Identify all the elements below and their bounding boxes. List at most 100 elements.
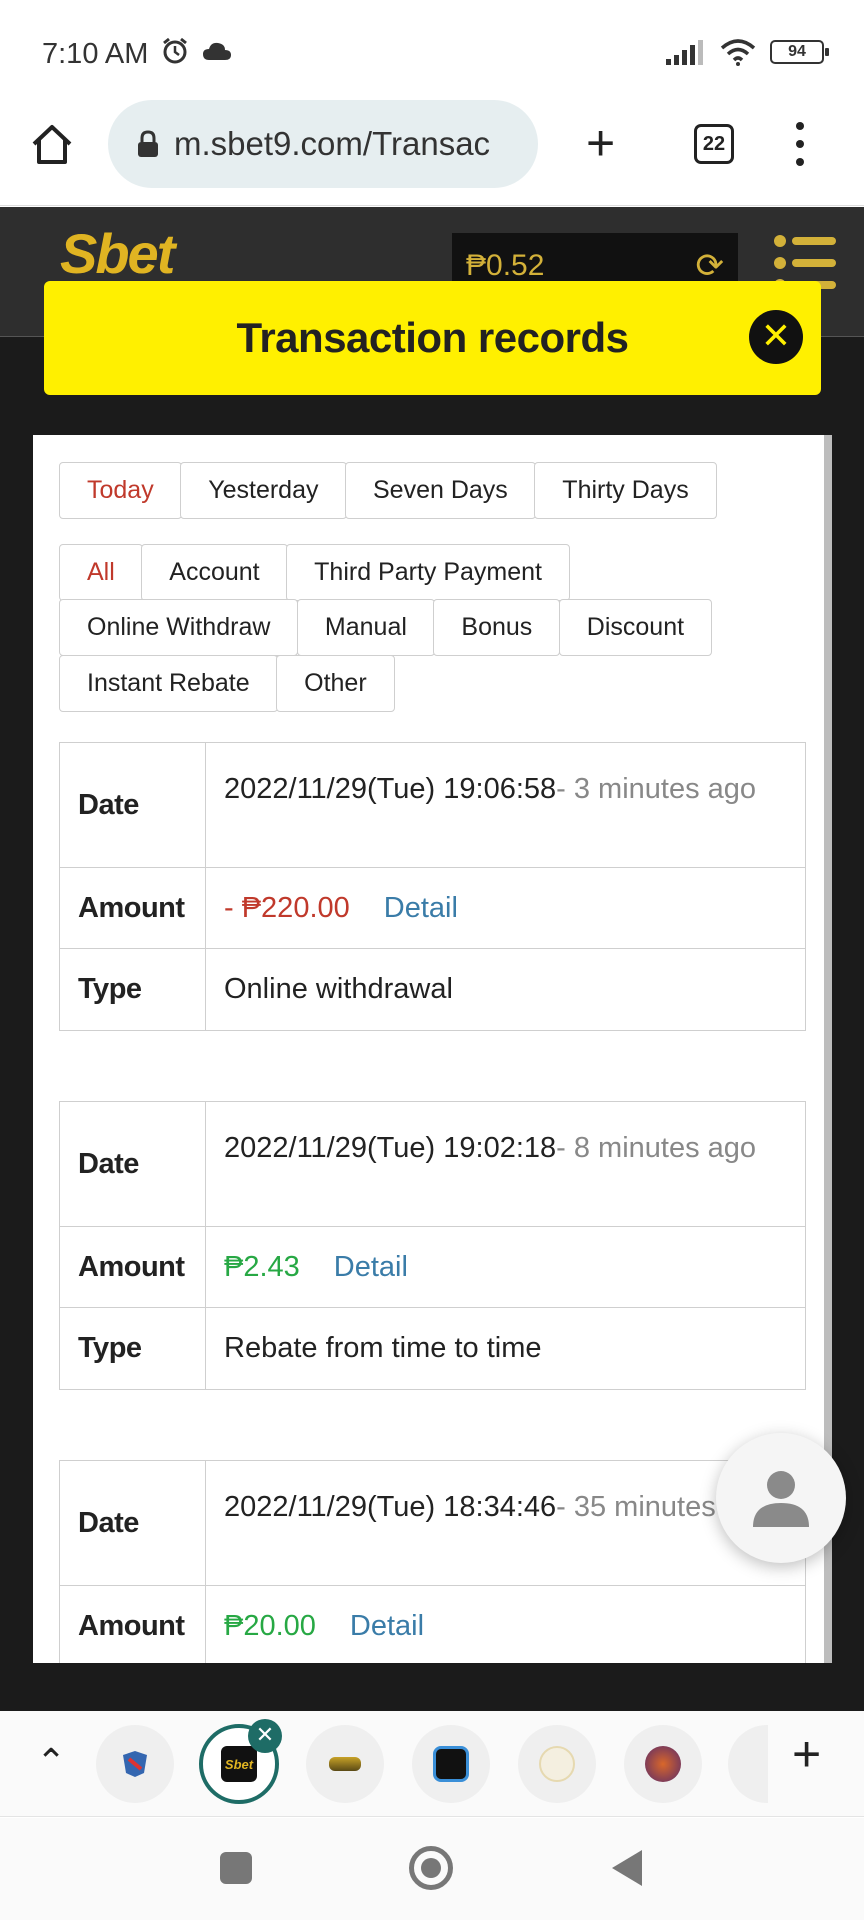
menu-dot (796, 140, 804, 148)
record-date-row: Date 2022/11/29(Tue) 18:34:46- 35 minute… (60, 1461, 805, 1586)
recent-apps-button[interactable] (220, 1852, 252, 1884)
refresh-icon[interactable]: ⟳ (696, 246, 725, 286)
site-favicon-icon: Sbet (221, 1746, 257, 1782)
tab-thumbnail[interactable] (518, 1725, 596, 1803)
relative-time: - 8 minutes ago (556, 1132, 757, 1164)
transaction-record: Date 2022/11/29(Tue) 18:34:46- 35 minute… (59, 1460, 806, 1663)
browser-toolbar: m.sbet9.com/Transac + 22 (0, 100, 864, 206)
detail-link[interactable]: Detail (350, 1610, 424, 1643)
close-tab-icon[interactable]: ✕ (248, 1719, 282, 1753)
type-filter-online-withdraw[interactable]: Online Withdraw (59, 599, 299, 656)
modal-body: Today Yesterday Seven Days Thirty Days A… (33, 435, 832, 1663)
detail-link[interactable]: Detail (334, 1251, 408, 1284)
type-filter-other[interactable]: Other (276, 654, 395, 712)
amount-label: Amount (60, 1227, 206, 1307)
amount-text: - ₱220.00 (224, 891, 350, 924)
status-icons-left (160, 36, 232, 66)
alarm-icon (163, 37, 187, 64)
tab-thumbnail[interactable] (96, 1725, 174, 1803)
filters: Today Yesterday Seven Days Thirty Days A… (59, 462, 779, 712)
type-filter-discount[interactable]: Discount (558, 599, 713, 656)
type-filter-bonus[interactable]: Bonus (433, 599, 561, 656)
type-value: Rebate from time to time (224, 1332, 542, 1364)
home-icon[interactable] (30, 122, 74, 166)
status-bar: 7:10 AM 94 (0, 0, 864, 100)
support-avatar-button[interactable] (716, 1433, 846, 1563)
tab-thumbnail[interactable] (306, 1725, 384, 1803)
chevron-up-icon[interactable]: ⌃ (36, 1741, 66, 1783)
site-logo[interactable]: Sbet (60, 221, 175, 286)
signal-icon (666, 40, 703, 65)
status-icons-right: 94 (666, 38, 829, 66)
new-tab-button[interactable]: + (586, 118, 615, 168)
date-text: 2022/11/29(Tue) 19:06:58 (224, 773, 557, 805)
type-value: Online withdrawal (224, 973, 453, 1005)
amount-value: ₱2.43 Detail (206, 1227, 805, 1307)
site-favicon-icon (433, 1746, 469, 1782)
record-amount-row: Amount ₱20.00 Detail (60, 1586, 805, 1663)
amount-value: - ₱220.00 Detail (206, 868, 805, 948)
type-filter-third-party-payment[interactable]: Third Party Payment (286, 543, 570, 601)
type-filter-group: Instant Rebate Other (59, 654, 779, 712)
date-filter-yesterday[interactable]: Yesterday (180, 462, 347, 519)
record-type-row: Type Rebate from time to time (60, 1308, 805, 1389)
modal-title: Transaction records (236, 314, 629, 361)
tab-thumbnail[interactable] (412, 1725, 490, 1803)
system-nav-bar (0, 1818, 864, 1920)
date-value: 2022/11/29(Tue) 19:02:18- 8 minutes ago (206, 1102, 805, 1226)
browser-menu-button[interactable] (788, 122, 812, 166)
type-filter-manual[interactable]: Manual (296, 599, 435, 656)
date-filter-group: Today Yesterday Seven Days Thirty Days (59, 462, 779, 519)
record-amount-row: Amount - ₱220.00 Detail (60, 868, 805, 949)
transaction-record: Date 2022/11/29(Tue) 19:02:18- 8 minutes… (59, 1101, 806, 1390)
date-text: 2022/11/29(Tue) 19:02:18 (224, 1132, 557, 1164)
record-type-row: Type Online withdrawal (60, 949, 805, 1030)
menu-dot (796, 158, 804, 166)
add-tab-button[interactable]: + (792, 1725, 821, 1783)
close-icon[interactable]: ✕ (749, 310, 803, 364)
date-filter-today[interactable]: Today (59, 462, 182, 519)
amount-text: ₱2.43 (224, 1250, 300, 1283)
amount-text: ₱20.00 (224, 1610, 316, 1642)
status-time: 7:10 AM (42, 38, 149, 70)
lock-icon (138, 130, 158, 157)
record-date-row: Date 2022/11/29(Tue) 19:06:58- 3 minutes… (60, 743, 805, 868)
tab-strip: ⌃ Sbet ✕ + (0, 1711, 864, 1817)
menu-dot (796, 122, 804, 130)
site-favicon-icon (539, 1746, 575, 1782)
record-amount-row: Amount ₱2.43 Detail (60, 1227, 805, 1308)
date-label: Date (60, 1461, 206, 1585)
tab-thumbnail[interactable] (728, 1725, 768, 1803)
date-filter-seven-days[interactable]: Seven Days (345, 462, 536, 519)
site-favicon-icon (645, 1746, 681, 1782)
type-label: Type (60, 1308, 206, 1389)
user-icon (753, 1471, 809, 1527)
transaction-record: Date 2022/11/29(Tue) 19:06:58- 3 minutes… (59, 742, 806, 1031)
type-filter-all[interactable]: All (59, 543, 143, 601)
home-button[interactable] (409, 1846, 453, 1890)
detail-link[interactable]: Detail (384, 892, 458, 925)
record-date-row: Date 2022/11/29(Tue) 19:02:18- 8 minutes… (60, 1102, 805, 1227)
back-button[interactable] (612, 1850, 642, 1886)
balance-amount: ₱0.52 (466, 249, 545, 282)
address-bar[interactable]: m.sbet9.com/Transac (108, 100, 538, 188)
type-label: Type (60, 949, 206, 1030)
amount-value: ₱20.00 Detail (206, 1586, 805, 1663)
battery-indicator: 94 (770, 40, 829, 64)
tab-switcher-button[interactable]: 22 (694, 124, 734, 164)
amount-label: Amount (60, 868, 206, 948)
type-filter-account[interactable]: Account (141, 543, 288, 601)
wifi-icon (720, 39, 756, 66)
relative-time: - 3 minutes ago (556, 773, 757, 805)
transaction-list: Date 2022/11/29(Tue) 19:06:58- 3 minutes… (59, 742, 806, 1663)
site-favicon-icon (329, 1757, 361, 1771)
tab-thumbnail[interactable] (624, 1725, 702, 1803)
type-filter-group: Online Withdraw Manual Bonus Discount (59, 599, 779, 656)
type-filter-instant-rebate[interactable]: Instant Rebate (59, 654, 278, 712)
type-filter-group: All Account Third Party Payment (59, 543, 779, 601)
date-text: 2022/11/29(Tue) 18:34:46 (224, 1491, 557, 1523)
date-label: Date (60, 743, 206, 867)
url-text: m.sbet9.com/Transac (174, 125, 491, 162)
active-tab-favicon-text: Sbet (224, 1756, 254, 1772)
date-filter-thirty-days[interactable]: Thirty Days (534, 462, 717, 519)
